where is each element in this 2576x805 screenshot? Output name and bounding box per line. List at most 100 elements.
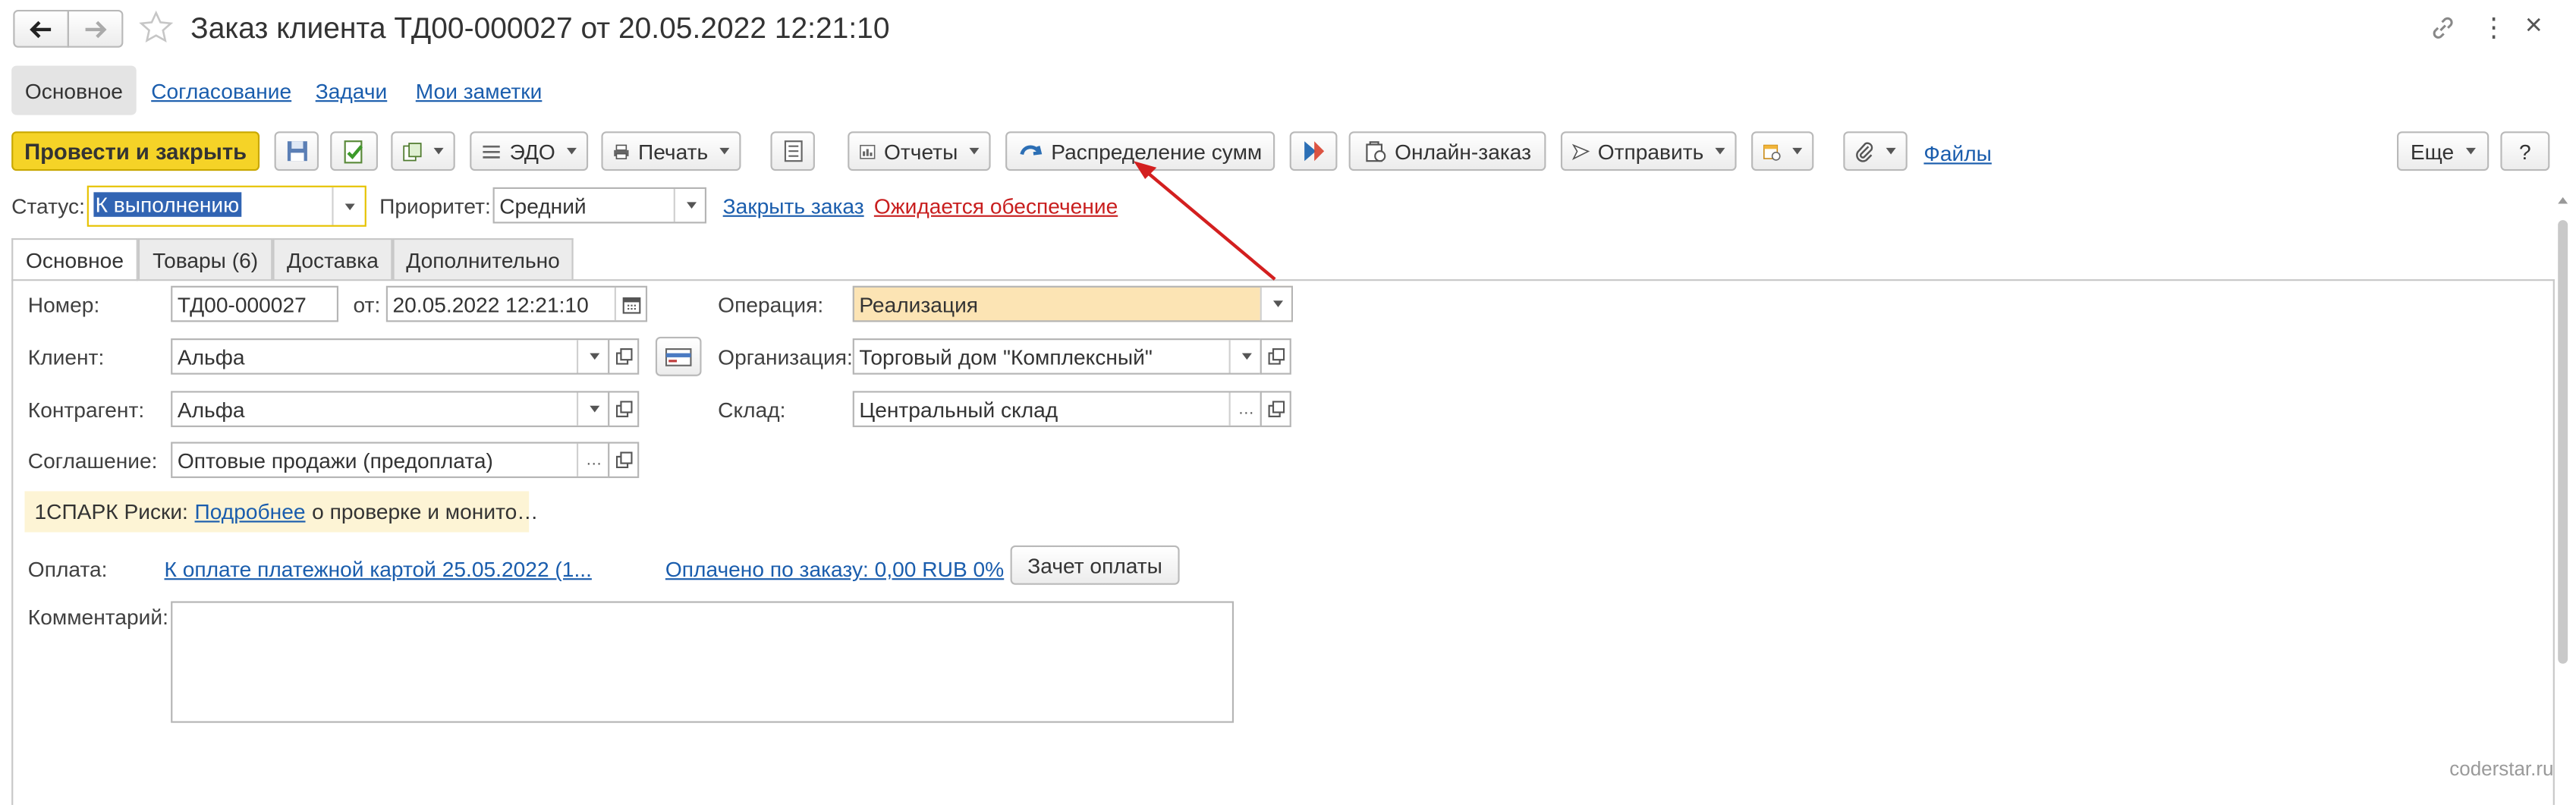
date-field[interactable]: 20.05.2022 12:21:10 [385, 285, 648, 322]
agreement-field[interactable]: Оптовые продажи (предоплата) … [171, 442, 610, 479]
priority-dropdown-arrow[interactable] [673, 188, 705, 222]
favorite-star-icon[interactable] [138, 10, 175, 51]
tab-goods[interactable]: Товары (6) [137, 237, 273, 280]
awaiting-supply-link[interactable]: Ожидается обеспечение [874, 193, 1118, 218]
paid-by-order-link[interactable]: Оплачено по заказу: 0,00 RUB 0% [665, 557, 1004, 581]
scrollbar-thumb[interactable] [2558, 220, 2568, 664]
tab-main[interactable]: Основное [11, 237, 138, 281]
save-icon [286, 141, 307, 162]
forward-button[interactable] [67, 9, 124, 48]
scroll-up-arrow[interactable] [2558, 197, 2568, 204]
counterparty-value: Альфа [177, 397, 245, 423]
counterparty-label: Контрагент: [27, 397, 145, 423]
create-based-on-button[interactable] [391, 131, 455, 171]
spark-suffix: о проверке и монито… [312, 499, 539, 524]
agreement-open-button[interactable] [608, 442, 640, 479]
client-card-button[interactable] [655, 336, 702, 376]
close-order-link[interactable]: Закрыть заказ [723, 193, 864, 218]
help-button[interactable]: ? [2500, 131, 2550, 171]
number-value: ТД00-000027 [177, 292, 307, 317]
reports-label: Отчеты [884, 138, 958, 164]
client-field[interactable]: Альфа [171, 338, 610, 375]
number-label: Номер: [27, 292, 100, 317]
organization-label: Организация: [718, 344, 853, 370]
back-button[interactable] [13, 9, 69, 48]
tab-delivery[interactable]: Доставка [272, 237, 393, 280]
client-open-button[interactable] [608, 338, 640, 375]
counterparty-open-button[interactable] [608, 391, 640, 427]
organization-field[interactable]: Торговый дом "Комплексный" [852, 338, 1262, 375]
calendar-button[interactable] [614, 287, 646, 321]
client-card-icon [665, 347, 692, 366]
nav-item-my-notes[interactable]: Мои заметки [416, 79, 543, 103]
tab-main-label: Основное [26, 247, 124, 273]
edo-button[interactable]: ЭДО [470, 131, 589, 171]
send-button[interactable]: Отправить [1560, 131, 1737, 171]
files-link[interactable]: Файлы [1923, 141, 1991, 165]
create-based-icon [403, 142, 422, 161]
spark-risks-banner: 1СПАРК Риски: Подробнее о проверке и мон… [24, 491, 538, 533]
nav-item-approval[interactable]: Согласование [151, 79, 291, 103]
open-window-icon [615, 348, 632, 365]
tab-additional[interactable]: Дополнительно [392, 237, 574, 280]
warehouse-open-button[interactable] [1260, 391, 1291, 427]
edo-icon [483, 144, 500, 158]
counterparty-field[interactable]: Альфа [171, 391, 610, 427]
warehouse-value: Центральный склад [859, 397, 1058, 423]
attachments-button[interactable] [1843, 131, 1908, 171]
reports-button[interactable]: Отчеты [848, 131, 991, 171]
save-button[interactable] [274, 131, 319, 171]
number-field[interactable]: ТД00-000027 [171, 285, 339, 322]
status-value: К выполнению [93, 192, 241, 217]
comment-label: Комментарий: [27, 604, 168, 630]
open-window-icon [615, 401, 632, 417]
warehouse-field[interactable]: Центральный склад … [852, 391, 1262, 427]
post-button[interactable] [330, 131, 378, 171]
status-field[interactable]: К выполнению [86, 185, 366, 227]
chevron-down-icon [1241, 353, 1251, 360]
payment-offset-button[interactable]: Зачет оплаты [1010, 545, 1180, 585]
print-button[interactable]: Печать [601, 131, 741, 171]
list-document-icon [783, 140, 802, 162]
chevron-down-icon [685, 202, 696, 209]
organization-open-button[interactable] [1260, 338, 1291, 375]
open-window-icon [1267, 348, 1285, 365]
agreement-label: Соглашение: [27, 448, 158, 473]
more-actions-button[interactable]: Еще [2396, 131, 2490, 171]
warehouse-label: Склад: [718, 397, 786, 423]
tab-goods-label: Товары (6) [153, 247, 259, 272]
link-icon[interactable] [2430, 14, 2456, 46]
payment-card-link[interactable]: К оплате платежной картой 25.05.2022 (1.… [165, 557, 592, 581]
counterparty-dropdown-arrow[interactable] [576, 392, 608, 426]
tasks-status-button[interactable] [1751, 131, 1814, 171]
more-vertical-icon[interactable]: ⋮ [2480, 11, 2507, 44]
client-dropdown-arrow[interactable] [576, 340, 608, 373]
agreement-select-button[interactable]: … [576, 443, 608, 476]
status-label: Статус: [11, 193, 85, 219]
chevron-down-icon [1272, 300, 1282, 307]
document-journal-button[interactable] [770, 131, 815, 171]
spark-details-link[interactable]: Подробнее [195, 499, 306, 524]
priority-field[interactable]: Средний [492, 187, 707, 224]
paperclip-icon [1856, 141, 1873, 162]
post-and-close-button[interactable]: Провести и закрыть [11, 131, 260, 171]
vertical-scrollbar[interactable] [2556, 197, 2569, 797]
warehouse-select-button[interactable]: … [1228, 392, 1260, 426]
online-order-icon [1366, 141, 1386, 162]
tab-additional-label: Дополнительно [406, 247, 560, 272]
operation-value: Реализация [859, 292, 979, 317]
chevron-down-icon [589, 353, 599, 360]
organization-dropdown-arrow[interactable] [1228, 340, 1260, 373]
online-order-button[interactable]: Онлайн-заказ [1348, 131, 1546, 171]
priority-label: Приоритет: [379, 193, 491, 219]
status-dropdown-arrow[interactable] [332, 187, 364, 225]
operation-label: Операция: [718, 292, 824, 317]
watermark: coderstar.ru [2449, 757, 2554, 781]
arrow-left-icon [30, 20, 52, 38]
close-icon[interactable]: × [2525, 8, 2543, 42]
arrow-right-icon [85, 20, 107, 38]
nav-item-main[interactable]: Основное [11, 65, 137, 115]
post-document-icon [344, 140, 363, 163]
nav-item-tasks[interactable]: Задачи [316, 79, 388, 103]
comment-textarea[interactable] [171, 601, 1235, 723]
